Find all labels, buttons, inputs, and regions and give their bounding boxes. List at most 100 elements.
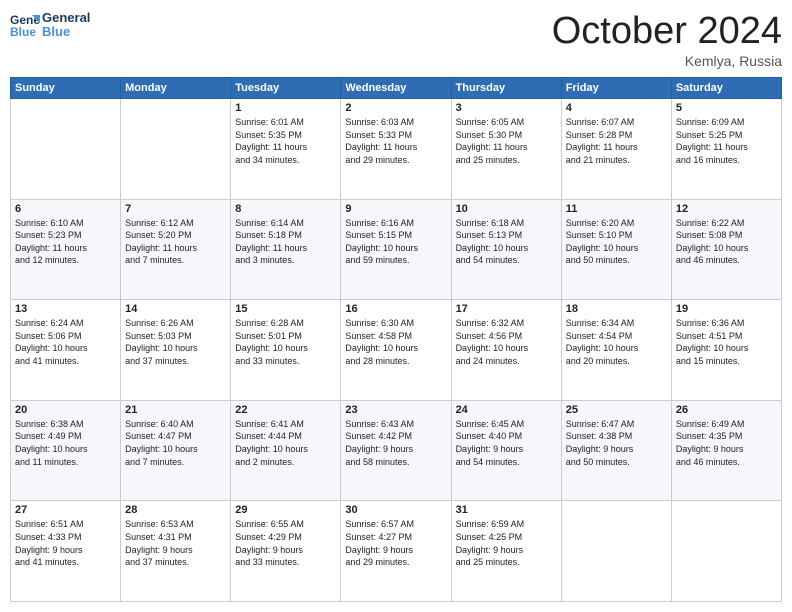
day-number: 10 bbox=[456, 203, 557, 215]
calendar-cell: 18 Sunrise: 6:34 AM Sunset: 4:54 PM Dayli… bbox=[561, 300, 671, 401]
day-info: Sunrise: 6:10 AM Sunset: 5:23 PM Dayligh… bbox=[15, 217, 116, 267]
calendar-cell: 28 Sunrise: 6:53 AM Sunset: 4:31 PM Dayli… bbox=[121, 501, 231, 602]
page: General Blue General Blue October 2024 K… bbox=[0, 0, 792, 612]
calendar-cell: 30Sunrise: 6:57 AM Sunset: 4:27 PM Dayli… bbox=[341, 501, 451, 602]
day-info: Sunrise: 6:24 AM Sunset: 5:06 PM Dayligh… bbox=[15, 317, 116, 367]
calendar-cell: 31Sunrise: 6:59 AM Sunset: 4:25 PM Dayli… bbox=[451, 501, 561, 602]
logo-line2: Blue bbox=[42, 25, 90, 39]
calendar-cell: 8 Sunrise: 6:14 AM Sunset: 5:18 PM Daylig… bbox=[231, 199, 341, 300]
day-number: 11 bbox=[566, 203, 667, 215]
calendar-cell: 16 Sunrise: 6:30 AM Sunset: 4:58 PM Dayli… bbox=[341, 300, 451, 401]
day-number: 21 bbox=[125, 404, 226, 416]
calendar-cell: 13 Sunrise: 6:24 AM Sunset: 5:06 PM Dayli… bbox=[11, 300, 121, 401]
col-header-wednesday: Wednesday bbox=[341, 78, 451, 99]
day-number: 14 bbox=[125, 303, 226, 315]
calendar-cell: 9 Sunrise: 6:16 AM Sunset: 5:15 PM Daylig… bbox=[341, 199, 451, 300]
logo-icon: General Blue bbox=[10, 10, 40, 40]
day-number: 4 bbox=[566, 102, 667, 114]
day-number: 6 bbox=[15, 203, 116, 215]
calendar-cell: 3 Sunrise: 6:05 AM Sunset: 5:30 PM Daylig… bbox=[451, 99, 561, 200]
day-number: 18 bbox=[566, 303, 667, 315]
day-number: 7 bbox=[125, 203, 226, 215]
day-number: 17 bbox=[456, 303, 557, 315]
col-header-saturday: Saturday bbox=[671, 78, 781, 99]
day-number: 26 bbox=[676, 404, 777, 416]
svg-text:Blue: Blue bbox=[10, 25, 36, 39]
col-header-friday: Friday bbox=[561, 78, 671, 99]
calendar-cell: 26 Sunrise: 6:49 AM Sunset: 4:35 PM Dayli… bbox=[671, 400, 781, 501]
day-info: Sunrise: 6:03 AM Sunset: 5:33 PM Dayligh… bbox=[345, 116, 446, 166]
day-info: Sunrise: 6:18 AM Sunset: 5:13 PM Dayligh… bbox=[456, 217, 557, 267]
calendar-cell: 10 Sunrise: 6:18 AM Sunset: 5:13 PM Dayli… bbox=[451, 199, 561, 300]
title-block: October 2024 Kemlya, Russia bbox=[552, 10, 782, 69]
day-info: Sunrise: 6:53 AM Sunset: 4:31 PM Dayligh… bbox=[125, 518, 226, 568]
day-info: Sunrise: 6:55 AM Sunset: 4:29 PM Dayligh… bbox=[235, 518, 336, 568]
calendar-cell: 15 Sunrise: 6:28 AM Sunset: 5:01 PM Dayli… bbox=[231, 300, 341, 401]
calendar-cell: 27Sunrise: 6:51 AM Sunset: 4:33 PM Dayli… bbox=[11, 501, 121, 602]
day-info: Sunrise: 6:05 AM Sunset: 5:30 PM Dayligh… bbox=[456, 116, 557, 166]
day-number: 8 bbox=[235, 203, 336, 215]
day-info: Sunrise: 6:28 AM Sunset: 5:01 PM Dayligh… bbox=[235, 317, 336, 367]
calendar-cell: 23Sunrise: 6:43 AM Sunset: 4:42 PM Dayli… bbox=[341, 400, 451, 501]
calendar-cell bbox=[121, 99, 231, 200]
day-info: Sunrise: 6:41 AM Sunset: 4:44 PM Dayligh… bbox=[235, 418, 336, 468]
calendar-cell: 2 Sunrise: 6:03 AM Sunset: 5:33 PM Daylig… bbox=[341, 99, 451, 200]
day-info: Sunrise: 6:49 AM Sunset: 4:35 PM Dayligh… bbox=[676, 418, 777, 468]
day-number: 30 bbox=[345, 504, 446, 516]
day-info: Sunrise: 6:14 AM Sunset: 5:18 PM Dayligh… bbox=[235, 217, 336, 267]
calendar-cell: 4 Sunrise: 6:07 AM Sunset: 5:28 PM Daylig… bbox=[561, 99, 671, 200]
day-number: 27 bbox=[15, 504, 116, 516]
day-number: 20 bbox=[15, 404, 116, 416]
day-number: 22 bbox=[235, 404, 336, 416]
day-number: 28 bbox=[125, 504, 226, 516]
subtitle: Kemlya, Russia bbox=[552, 53, 782, 69]
col-header-sunday: Sunday bbox=[11, 78, 121, 99]
day-info: Sunrise: 6:34 AM Sunset: 4:54 PM Dayligh… bbox=[566, 317, 667, 367]
calendar-cell: 24 Sunrise: 6:45 AM Sunset: 4:40 PM Dayli… bbox=[451, 400, 561, 501]
day-info: Sunrise: 6:12 AM Sunset: 5:20 PM Dayligh… bbox=[125, 217, 226, 267]
day-info: Sunrise: 6:36 AM Sunset: 4:51 PM Dayligh… bbox=[676, 317, 777, 367]
month-title: October 2024 bbox=[552, 10, 782, 53]
day-info: Sunrise: 6:30 AM Sunset: 4:58 PM Dayligh… bbox=[345, 317, 446, 367]
day-info: Sunrise: 6:01 AM Sunset: 5:35 PM Dayligh… bbox=[235, 116, 336, 166]
day-info: Sunrise: 6:20 AM Sunset: 5:10 PM Dayligh… bbox=[566, 217, 667, 267]
day-info: Sunrise: 6:47 AM Sunset: 4:38 PM Dayligh… bbox=[566, 418, 667, 468]
day-number: 13 bbox=[15, 303, 116, 315]
logo: General Blue General Blue bbox=[10, 10, 90, 40]
day-info: Sunrise: 6:26 AM Sunset: 5:03 PM Dayligh… bbox=[125, 317, 226, 367]
day-info: Sunrise: 6:09 AM Sunset: 5:25 PM Dayligh… bbox=[676, 116, 777, 166]
day-info: Sunrise: 6:40 AM Sunset: 4:47 PM Dayligh… bbox=[125, 418, 226, 468]
calendar-cell bbox=[11, 99, 121, 200]
calendar-cell: 19Sunrise: 6:36 AM Sunset: 4:51 PM Dayli… bbox=[671, 300, 781, 401]
day-number: 5 bbox=[676, 102, 777, 114]
logo-line1: General bbox=[42, 11, 90, 25]
day-number: 9 bbox=[345, 203, 446, 215]
calendar-cell: 21 Sunrise: 6:40 AM Sunset: 4:47 PM Dayli… bbox=[121, 400, 231, 501]
calendar-cell: 12 Sunrise: 6:22 AM Sunset: 5:08 PM Dayli… bbox=[671, 199, 781, 300]
day-number: 3 bbox=[456, 102, 557, 114]
col-header-monday: Monday bbox=[121, 78, 231, 99]
col-header-tuesday: Tuesday bbox=[231, 78, 341, 99]
calendar-cell: 20 Sunrise: 6:38 AM Sunset: 4:49 PM Dayli… bbox=[11, 400, 121, 501]
calendar-cell: 29Sunrise: 6:55 AM Sunset: 4:29 PM Dayli… bbox=[231, 501, 341, 602]
day-number: 24 bbox=[456, 404, 557, 416]
day-info: Sunrise: 6:45 AM Sunset: 4:40 PM Dayligh… bbox=[456, 418, 557, 468]
day-info: Sunrise: 6:07 AM Sunset: 5:28 PM Dayligh… bbox=[566, 116, 667, 166]
calendar-cell: 17Sunrise: 6:32 AM Sunset: 4:56 PM Dayli… bbox=[451, 300, 561, 401]
day-number: 12 bbox=[676, 203, 777, 215]
day-info: Sunrise: 6:38 AM Sunset: 4:49 PM Dayligh… bbox=[15, 418, 116, 468]
calendar-cell: 25Sunrise: 6:47 AM Sunset: 4:38 PM Dayli… bbox=[561, 400, 671, 501]
calendar-cell: 22 Sunrise: 6:41 AM Sunset: 4:44 PM Dayli… bbox=[231, 400, 341, 501]
day-info: Sunrise: 6:22 AM Sunset: 5:08 PM Dayligh… bbox=[676, 217, 777, 267]
day-number: 2 bbox=[345, 102, 446, 114]
day-number: 31 bbox=[456, 504, 557, 516]
day-number: 16 bbox=[345, 303, 446, 315]
day-number: 15 bbox=[235, 303, 336, 315]
col-header-thursday: Thursday bbox=[451, 78, 561, 99]
day-info: Sunrise: 6:16 AM Sunset: 5:15 PM Dayligh… bbox=[345, 217, 446, 267]
calendar-cell: 6 Sunrise: 6:10 AM Sunset: 5:23 PM Daylig… bbox=[11, 199, 121, 300]
day-number: 1 bbox=[235, 102, 336, 114]
calendar-cell bbox=[561, 501, 671, 602]
header: General Blue General Blue October 2024 K… bbox=[10, 10, 782, 69]
calendar-cell bbox=[671, 501, 781, 602]
